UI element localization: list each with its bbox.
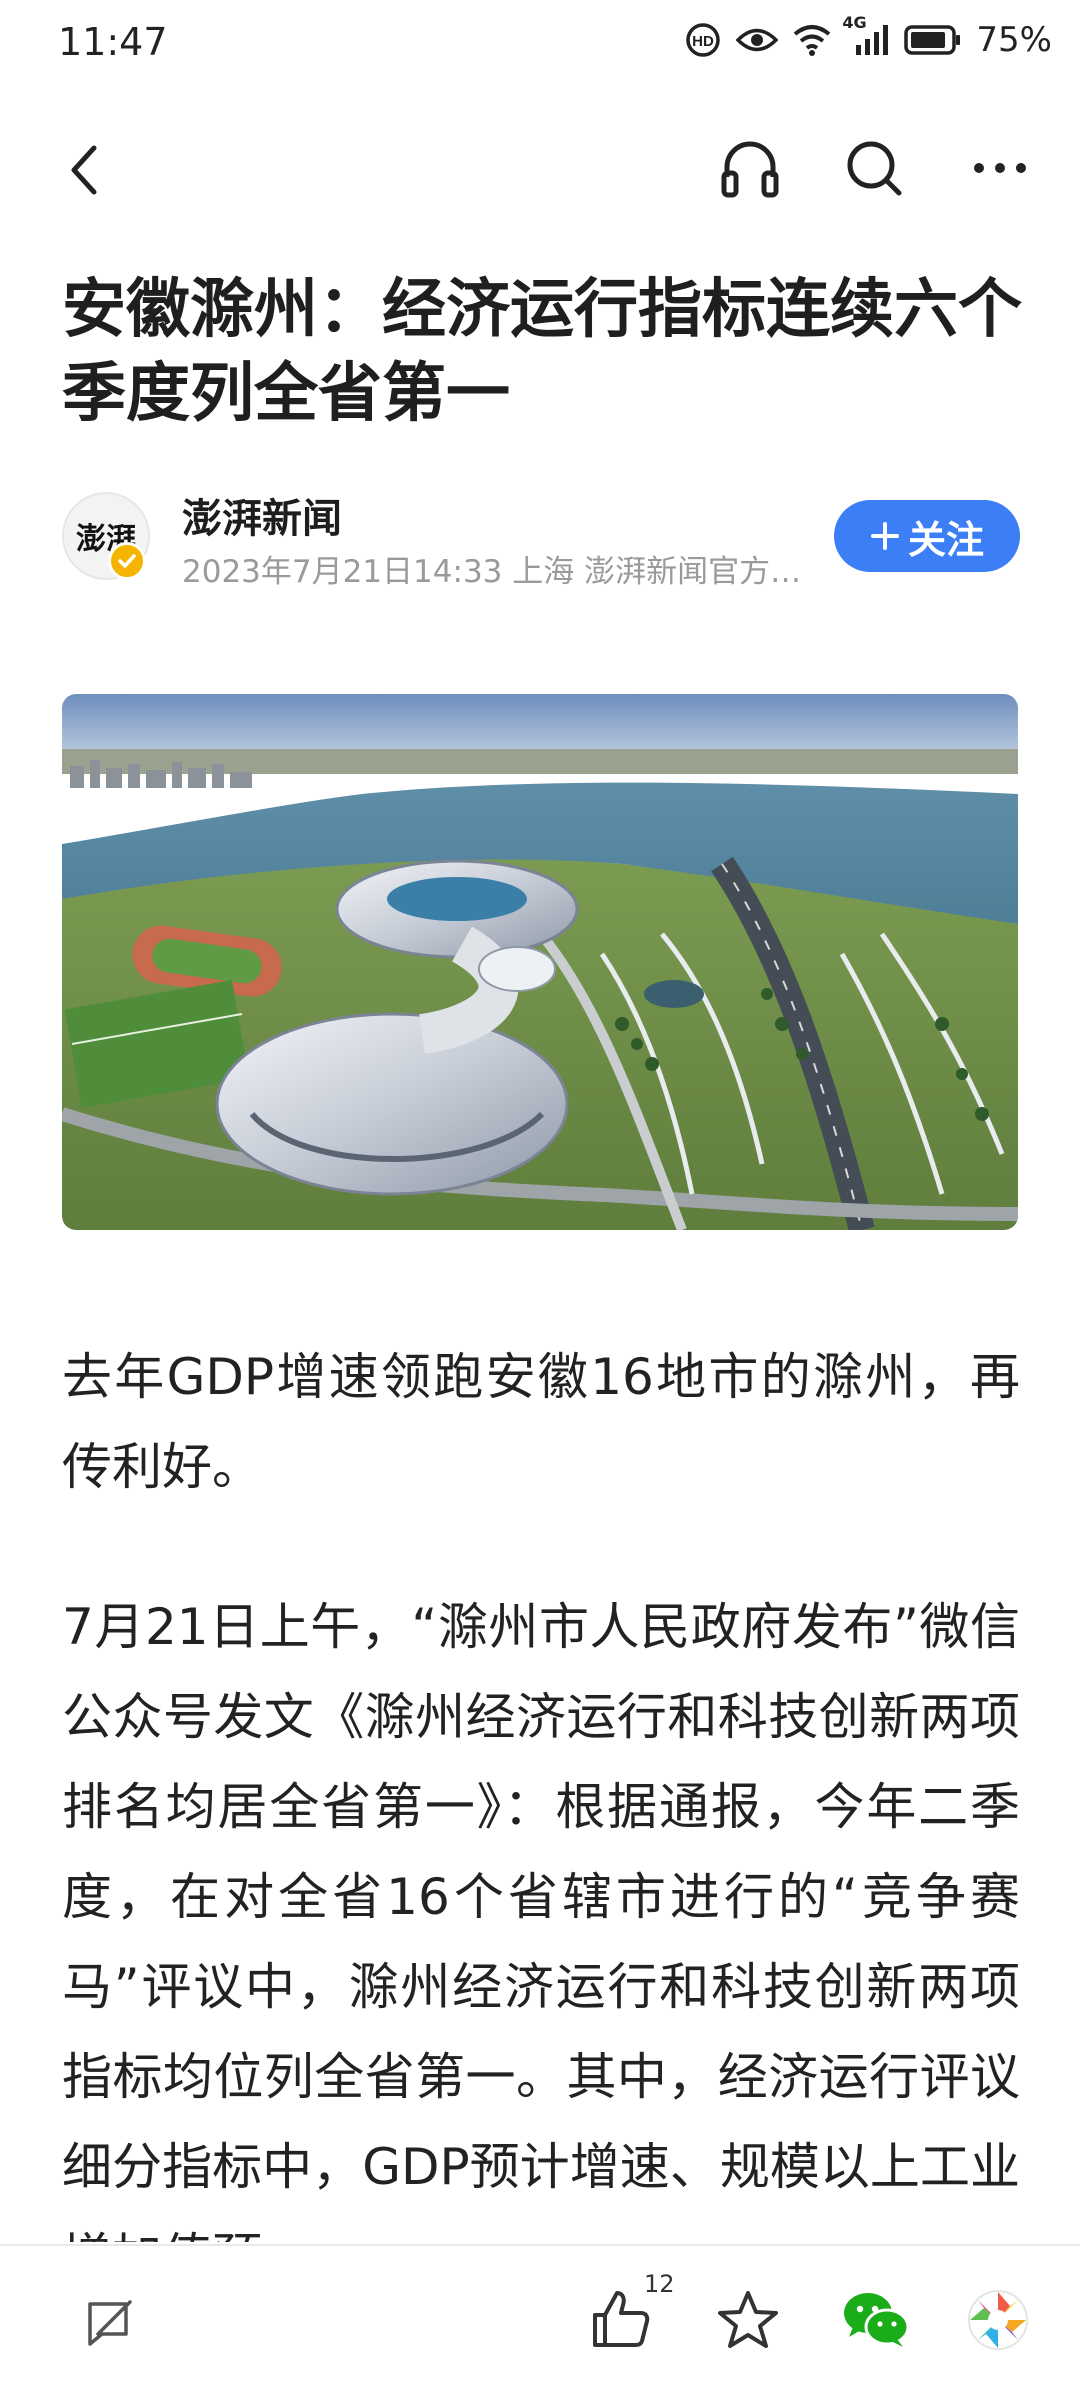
battery-icon <box>904 24 962 56</box>
comment-button[interactable] <box>78 2288 144 2354</box>
eye-icon <box>736 25 779 55</box>
article-paragraph: 去年GDP增速领跑安徽16地市的滁州，再传利好。 <box>62 1348 1020 1496</box>
search-icon <box>847 141 902 196</box>
top-nav <box>0 110 1080 220</box>
like-count: 12 <box>644 2270 675 2298</box>
wechat-icon <box>844 2293 910 2347</box>
network-type: 4G <box>842 13 867 32</box>
follow-label: 关注 <box>907 517 984 562</box>
plus-icon <box>870 522 899 550</box>
hd-call-icon: HD <box>684 21 722 59</box>
verified-badge-icon <box>108 542 146 580</box>
follow-button[interactable]: 关注 <box>834 500 1020 572</box>
author-name[interactable]: 澎湃新闻 <box>182 486 342 544</box>
article-title: 安徽滁州：经济运行指标连续六个季度列全省第一 <box>62 273 1022 431</box>
wifi-icon <box>792 24 832 56</box>
listen-button[interactable] <box>712 128 788 208</box>
back-button[interactable] <box>54 130 114 210</box>
status-icons: HD 4G 75% <box>684 13 1052 60</box>
share-wechat-button[interactable] <box>838 2282 914 2358</box>
comment-icon <box>88 2300 132 2346</box>
status-time: 11:47 <box>58 20 168 64</box>
battery-percent: 75% <box>976 20 1052 60</box>
bottom-action-bar <box>0 2244 1080 2400</box>
more-icon <box>974 163 1026 173</box>
favorite-button[interactable] <box>712 2284 784 2356</box>
headphones-icon <box>721 141 779 198</box>
star-icon <box>718 2291 778 2348</box>
svg-text:HD: HD <box>693 33 715 50</box>
signal-icon: 4G <box>842 13 890 57</box>
share-moments-button[interactable] <box>960 2282 1036 2358</box>
search-button[interactable] <box>836 128 912 208</box>
article-paragraph: 7月21日上午，“滁州市人民政府发布”微信公众号发文《滁州经济运行和科技创新两项… <box>62 1598 1020 2242</box>
author-meta: 2023年7月21日14:33 上海 澎湃新闻官方… <box>182 554 802 590</box>
article-hero-image[interactable] <box>62 694 1018 1230</box>
moments-icon <box>968 2290 1028 2350</box>
back-icon <box>71 145 97 195</box>
status-bar: 11:47 HD 4G 75% <box>0 0 1080 90</box>
more-button[interactable] <box>960 128 1040 208</box>
